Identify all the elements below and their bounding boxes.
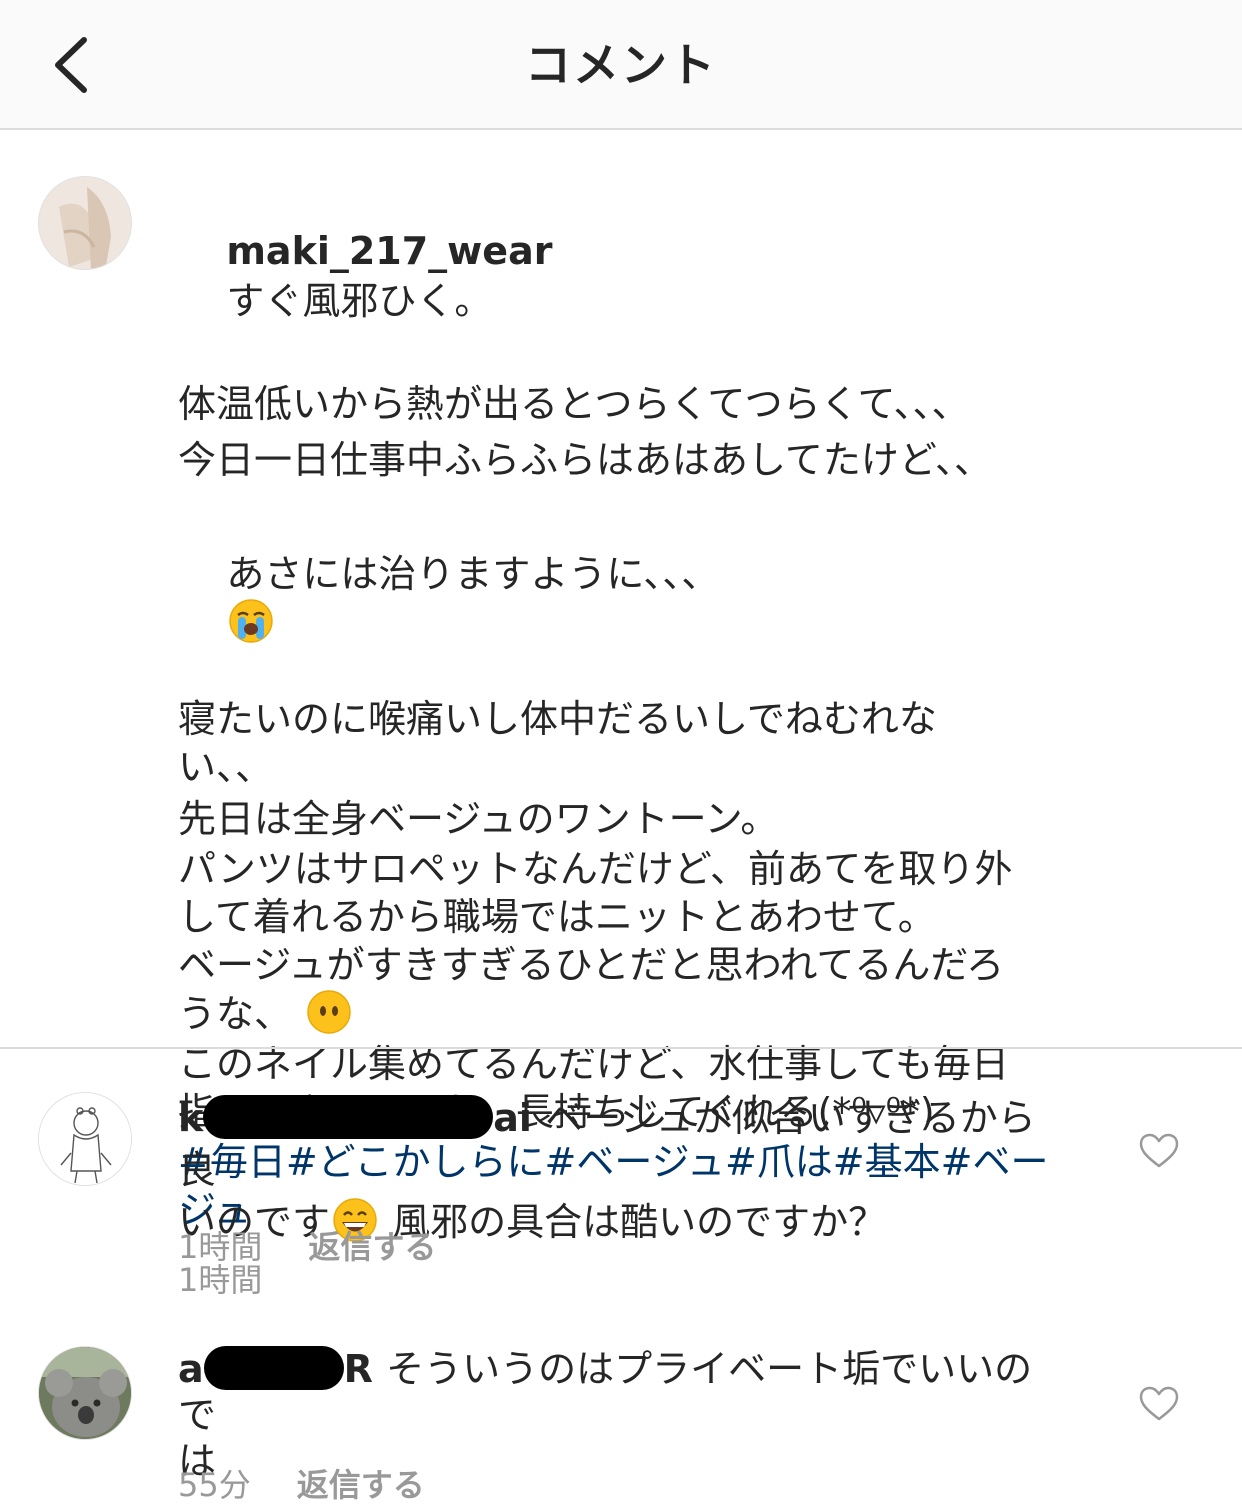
caption-line: ベージュがすきすぎるひとだと思われてるんだろ うな、 bbox=[178, 943, 1005, 1036]
heart-outline-icon bbox=[1139, 1133, 1179, 1168]
like-button[interactable] bbox=[1139, 1386, 1179, 1422]
comment-username[interactable]: k ai bbox=[178, 1095, 545, 1140]
caption-line: 体温低いから熱が出るとつらくてつらくて、、、 bbox=[178, 382, 970, 426]
divider bbox=[0, 1047, 1242, 1049]
comment-text: 風邪の具合は酷いのですか？ bbox=[392, 1200, 887, 1244]
caption-line: パンツはサロペットなんだけど、前あてを取り外 して着れるから職場ではニットとあわ… bbox=[178, 847, 1013, 939]
face-without-mouth-emoji bbox=[307, 990, 351, 1034]
comment-meta: 1時間 返信する bbox=[178, 1222, 436, 1268]
avatar-image bbox=[39, 1093, 131, 1185]
comment-username[interactable]: aR bbox=[178, 1346, 386, 1391]
reply-button[interactable]: 返信する bbox=[308, 1228, 436, 1266]
avatar[interactable] bbox=[38, 1346, 132, 1440]
caption-line: 先日は全身ベージュのワントーン。 bbox=[178, 797, 779, 841]
reply-button[interactable]: 返信する bbox=[297, 1466, 425, 1504]
redacted-username bbox=[203, 1095, 494, 1139]
comment-timestamp: 55分 bbox=[178, 1466, 251, 1504]
caption-username[interactable]: maki_217_wear bbox=[226, 229, 552, 273]
caption-line: すぐ風邪ひく。 bbox=[226, 279, 493, 323]
avatar[interactable] bbox=[38, 1092, 132, 1186]
crying-face-emoji bbox=[229, 599, 274, 643]
page-title: コメント bbox=[525, 38, 717, 92]
redacted-username bbox=[203, 1346, 344, 1390]
avatar-image bbox=[39, 177, 131, 269]
avatar[interactable] bbox=[38, 176, 132, 270]
caption-line: 寝たいのに喉痛いし体中だるいしでねむれな い、、 bbox=[178, 697, 937, 789]
heart-outline-icon bbox=[1139, 1386, 1179, 1421]
comment-meta: 55分 返信する bbox=[178, 1460, 425, 1506]
caption-line: 今日一日仕事中ふらふらはあはあしてたけど、、 bbox=[178, 438, 992, 482]
caption-line: あさには治りますように、、、 bbox=[226, 552, 720, 596]
avatar-image bbox=[39, 1347, 131, 1439]
header-bar: コメント bbox=[0, 0, 1242, 130]
like-button[interactable] bbox=[1139, 1133, 1179, 1169]
comment-timestamp: 1時間 bbox=[178, 1228, 263, 1266]
